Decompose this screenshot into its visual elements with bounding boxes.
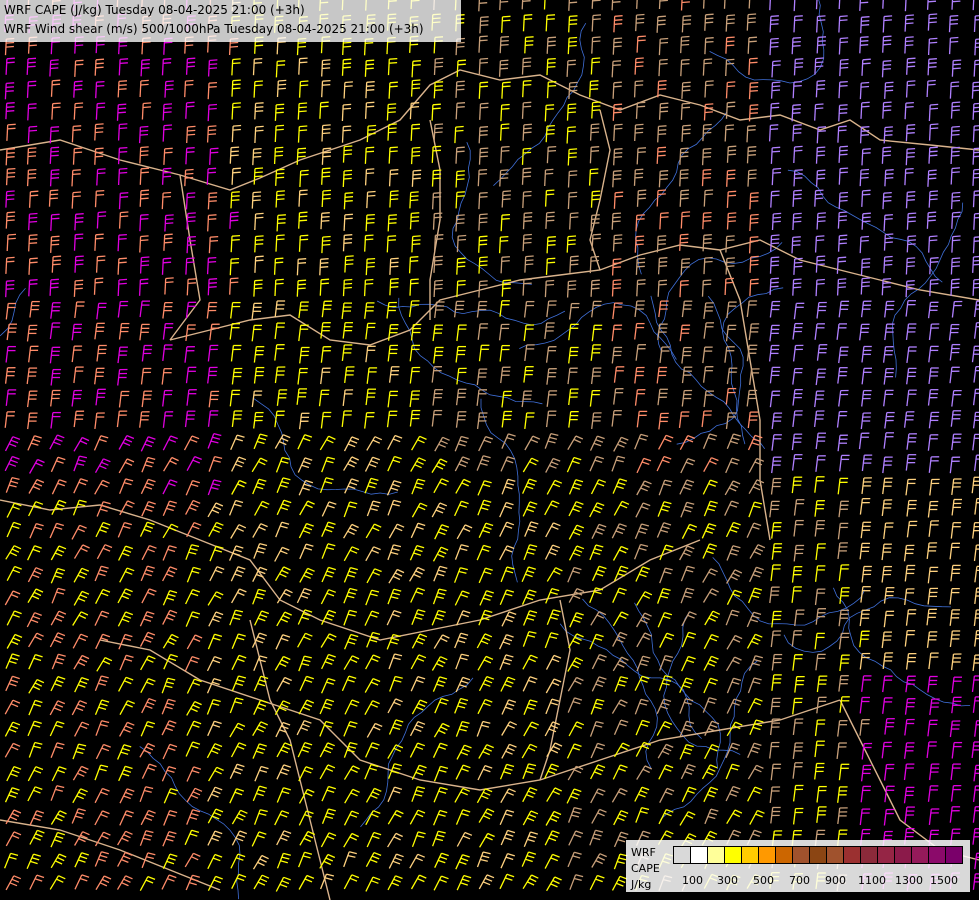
legend-swatch	[911, 846, 929, 864]
legend-swatch	[775, 846, 793, 864]
legend-swatch	[860, 846, 878, 864]
legend-tick-label: 1100	[858, 874, 886, 887]
legend-swatch	[877, 846, 895, 864]
legend-tick-label: 700	[789, 874, 810, 887]
legend-tick-label: 900	[825, 874, 846, 887]
map-title-cape: WRF CAPE (J/kg) Tuesday 08-04-2025 21:00…	[4, 3, 305, 17]
legend-swatch	[843, 846, 861, 864]
legend-unit-label: J/kg	[631, 878, 652, 891]
legend-swatch	[894, 846, 912, 864]
legend-swatch	[928, 846, 946, 864]
weather-map	[0, 0, 979, 900]
legend-swatch	[741, 846, 759, 864]
legend-tick-label: 500	[753, 874, 774, 887]
legend-swatch	[826, 846, 844, 864]
legend-tick-label: 1500	[930, 874, 958, 887]
legend-swatch	[707, 846, 725, 864]
legend-swatch	[758, 846, 776, 864]
legend-field-label: CAPE	[631, 862, 660, 875]
legend-swatch	[945, 846, 963, 864]
legend-tick-label: 100	[682, 874, 703, 887]
legend-model-label: WRF	[631, 846, 656, 859]
legend-swatch	[690, 846, 708, 864]
map-title-shear: WRF Wind shear (m/s) 500/1000hPa Tuesday…	[4, 22, 424, 36]
legend-tick-label: 300	[717, 874, 738, 887]
legend-swatch	[809, 846, 827, 864]
legend-tick-label: 1300	[895, 874, 923, 887]
legend-swatch	[724, 846, 742, 864]
legend-swatch	[792, 846, 810, 864]
legend-swatch	[673, 846, 691, 864]
